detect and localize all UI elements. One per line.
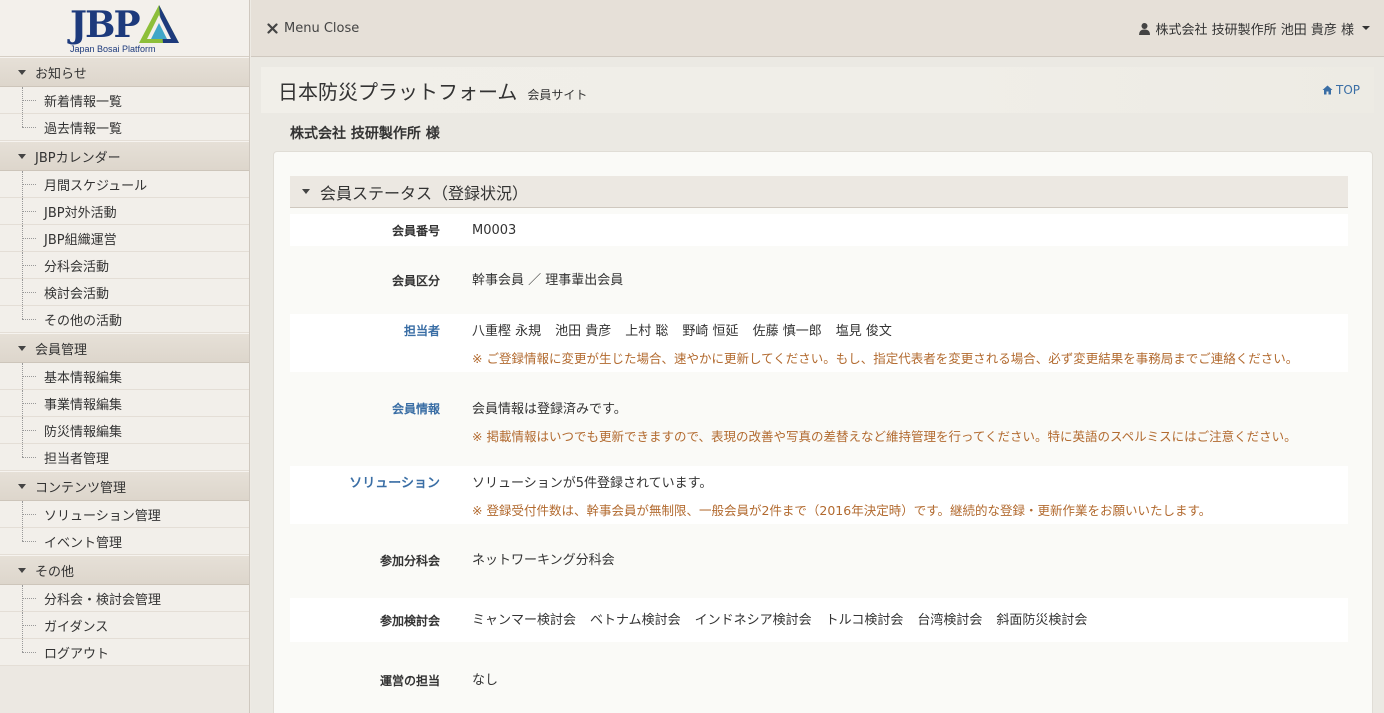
contact-name: 池田 貴彦 — [555, 324, 612, 339]
study-name: トルコ検討会 — [825, 612, 904, 628]
sidebar-item-subcommittee-activity[interactable]: 分科会活動 — [0, 252, 249, 279]
study-name: 斜面防災検討会 — [996, 612, 1088, 628]
logo-triangle-icon — [139, 5, 179, 43]
status-panel-header[interactable]: 会員ステータス（登録状況） — [290, 176, 1348, 208]
sidebar-item-basic-info[interactable]: 基本情報編集 — [0, 363, 249, 390]
solution-note: ※ 登録受付件数は、幹事会員が無制限、一般会員が2件まで（2016年決定時）です… — [472, 503, 1212, 518]
operation-value: なし — [472, 672, 499, 688]
contact-name: 佐藤 慎一郎 — [752, 324, 822, 339]
member-info-row: 会員情報 会員情報は登録済みです。 ※ 掲載情報はいつでも更新できますので、表現… — [290, 392, 1348, 450]
sidebar-item-logout[interactable]: ログアウト — [0, 639, 249, 666]
sidebar-section-news[interactable]: お知らせ — [0, 57, 249, 87]
contact-name: 野崎 恒延 — [682, 324, 739, 339]
page-title: 日本防災プラットフォーム — [278, 79, 518, 104]
home-icon — [1322, 85, 1333, 95]
user-name: 株式会社 技研製作所 池田 貴彦 様 — [1155, 22, 1354, 38]
operation-label: 運営の担当 — [379, 673, 440, 688]
solution-value: ソリューションが5件登録されています。 — [472, 476, 713, 491]
caret-down-icon — [18, 153, 26, 159]
caret-down-icon — [302, 189, 310, 194]
contact-label[interactable]: 担当者 — [290, 318, 440, 345]
study-label: 参加検討会 — [379, 613, 440, 628]
user-menu[interactable]: 株式会社 技研製作所 池田 貴彦 様 — [1138, 19, 1370, 38]
contact-name: 八重樫 永規 — [472, 324, 542, 339]
user-icon — [1139, 22, 1151, 35]
member-number-value: M0003 — [472, 222, 517, 238]
sidebar-section-member[interactable]: 会員管理 — [0, 333, 249, 363]
logo-tagline: Japan Bosai Platform — [70, 44, 156, 54]
member-number-label: 会員番号 — [391, 223, 440, 238]
caret-down-icon — [18, 483, 26, 489]
page-subtitle: 会員サイト — [527, 87, 588, 102]
sidebar-section-content[interactable]: コンテンツ管理 — [0, 471, 249, 501]
study-name: ミャンマー検討会 — [472, 612, 577, 628]
solution-row: ソリューション ソリューションが5件登録されています。 ※ 登録受付件数は、幹事… — [290, 466, 1348, 524]
operation-row: 運営の担当 なし — [290, 658, 1348, 702]
logo[interactable]: JBP Japan Bosai Platform — [0, 0, 249, 57]
sidebar-item-solution-management[interactable]: ソリューション管理 — [0, 501, 249, 528]
company-name: 株式会社 技研製作所 様 — [290, 126, 440, 142]
member-info-value: 会員情報は登録済みです。 — [472, 402, 627, 417]
title-bar: 日本防災プラットフォーム 会員サイト TOP — [261, 67, 1374, 113]
study-name: 台湾検討会 — [917, 612, 983, 628]
member-class-row: 会員区分 幹事会員 ／ 理事輩出会員 — [290, 264, 1348, 296]
sidebar-item-external-activity[interactable]: JBP対外活動 — [0, 198, 249, 225]
contact-name: 上村 聡 — [625, 324, 669, 339]
solution-label[interactable]: ソリューション — [290, 470, 440, 497]
study-name: インドネシア検討会 — [694, 612, 812, 628]
top-bar: Menu Close 株式会社 技研製作所 池田 貴彦 様 — [251, 0, 1384, 57]
member-info-note: ※ 掲載情報はいつでも更新できますので、表現の改善や写真の差替えなど維持管理を行… — [472, 429, 1297, 444]
subcommittee-value: ネットワーキング分科会 — [472, 552, 615, 568]
menu-close-button[interactable]: Menu Close — [267, 21, 359, 36]
status-panel: 会員ステータス（登録状況） 会員番号 M0003 会員区分 幹事会員 ／ 理事輩… — [273, 151, 1373, 713]
sidebar-section-other[interactable]: その他 — [0, 555, 249, 585]
contact-names: 八重樫 永規 池田 貴彦 上村 聡野崎 恒延 佐藤 慎一郎 塩見 俊文 — [472, 318, 1298, 345]
subcommittee-label: 参加分科会 — [379, 553, 440, 568]
sidebar-item-contact-management[interactable]: 担当者管理 — [0, 444, 249, 471]
contact-name: 塩見 俊文 — [835, 324, 892, 339]
contact-row: 担当者 八重樫 永規 池田 貴彦 上村 聡野崎 恒延 佐藤 慎一郎 塩見 俊文 ※ ご登… — [290, 314, 1348, 372]
main-content: 日本防災プラットフォーム 会員サイト TOP 株式会社 技研製作所 様 会員ステー… — [251, 57, 1384, 713]
sidebar-item-new-info[interactable]: 新着情報一覧 — [0, 87, 249, 114]
caret-down-icon — [18, 69, 26, 75]
member-class-value: 幹事会員 ／ 理事輩出会員 — [472, 272, 624, 288]
subcommittee-row: 参加分科会 ネットワーキング分科会 — [290, 538, 1348, 582]
sidebar-item-organization[interactable]: JBP組織運営 — [0, 225, 249, 252]
sidebar-item-past-info[interactable]: 過去情報一覧 — [0, 114, 249, 141]
sidebar-item-monthly-schedule[interactable]: 月間スケジュール — [0, 171, 249, 198]
sidebar-section-calendar[interactable]: JBPカレンダー — [0, 141, 249, 171]
sidebar-item-guidance[interactable]: ガイダンス — [0, 612, 249, 639]
member-class-label: 会員区分 — [391, 273, 440, 288]
sidebar-item-disaster-info[interactable]: 防災情報編集 — [0, 417, 249, 444]
caret-down-icon — [18, 567, 26, 573]
sidebar-item-event-management[interactable]: イベント管理 — [0, 528, 249, 555]
sidebar: JBP Japan Bosai Platform お知らせ 新着情報一覧 過去情… — [0, 0, 250, 713]
contact-note: ※ ご登録情報に変更が生じた場合、速やかに更新してください。もし、指定代表者を変… — [472, 351, 1299, 366]
study-row: 参加検討会 ミャンマー検討会 ベトナム検討会 インドネシア検討会 トルコ検討会 台湾検討… — [290, 598, 1348, 642]
sidebar-item-committee-management[interactable]: 分科会・検討会管理 — [0, 585, 249, 612]
member-number-row: 会員番号 M0003 — [290, 214, 1348, 246]
member-info-label[interactable]: 会員情報 — [290, 396, 440, 423]
close-icon — [267, 22, 278, 34]
caret-down-icon — [1362, 26, 1370, 30]
study-name: ベトナム検討会 — [590, 612, 681, 628]
logo-text: JBP — [70, 4, 141, 46]
study-values: ミャンマー検討会 ベトナム検討会 インドネシア検討会 トルコ検討会 台湾検討会 斜面防災検… — [440, 607, 1101, 634]
sidebar-item-other-activity[interactable]: その他の活動 — [0, 306, 249, 333]
caret-down-icon — [18, 345, 26, 351]
sidebar-item-business-info[interactable]: 事業情報編集 — [0, 390, 249, 417]
sidebar-item-study-activity[interactable]: 検討会活動 — [0, 279, 249, 306]
top-link[interactable]: TOP — [1322, 83, 1360, 97]
